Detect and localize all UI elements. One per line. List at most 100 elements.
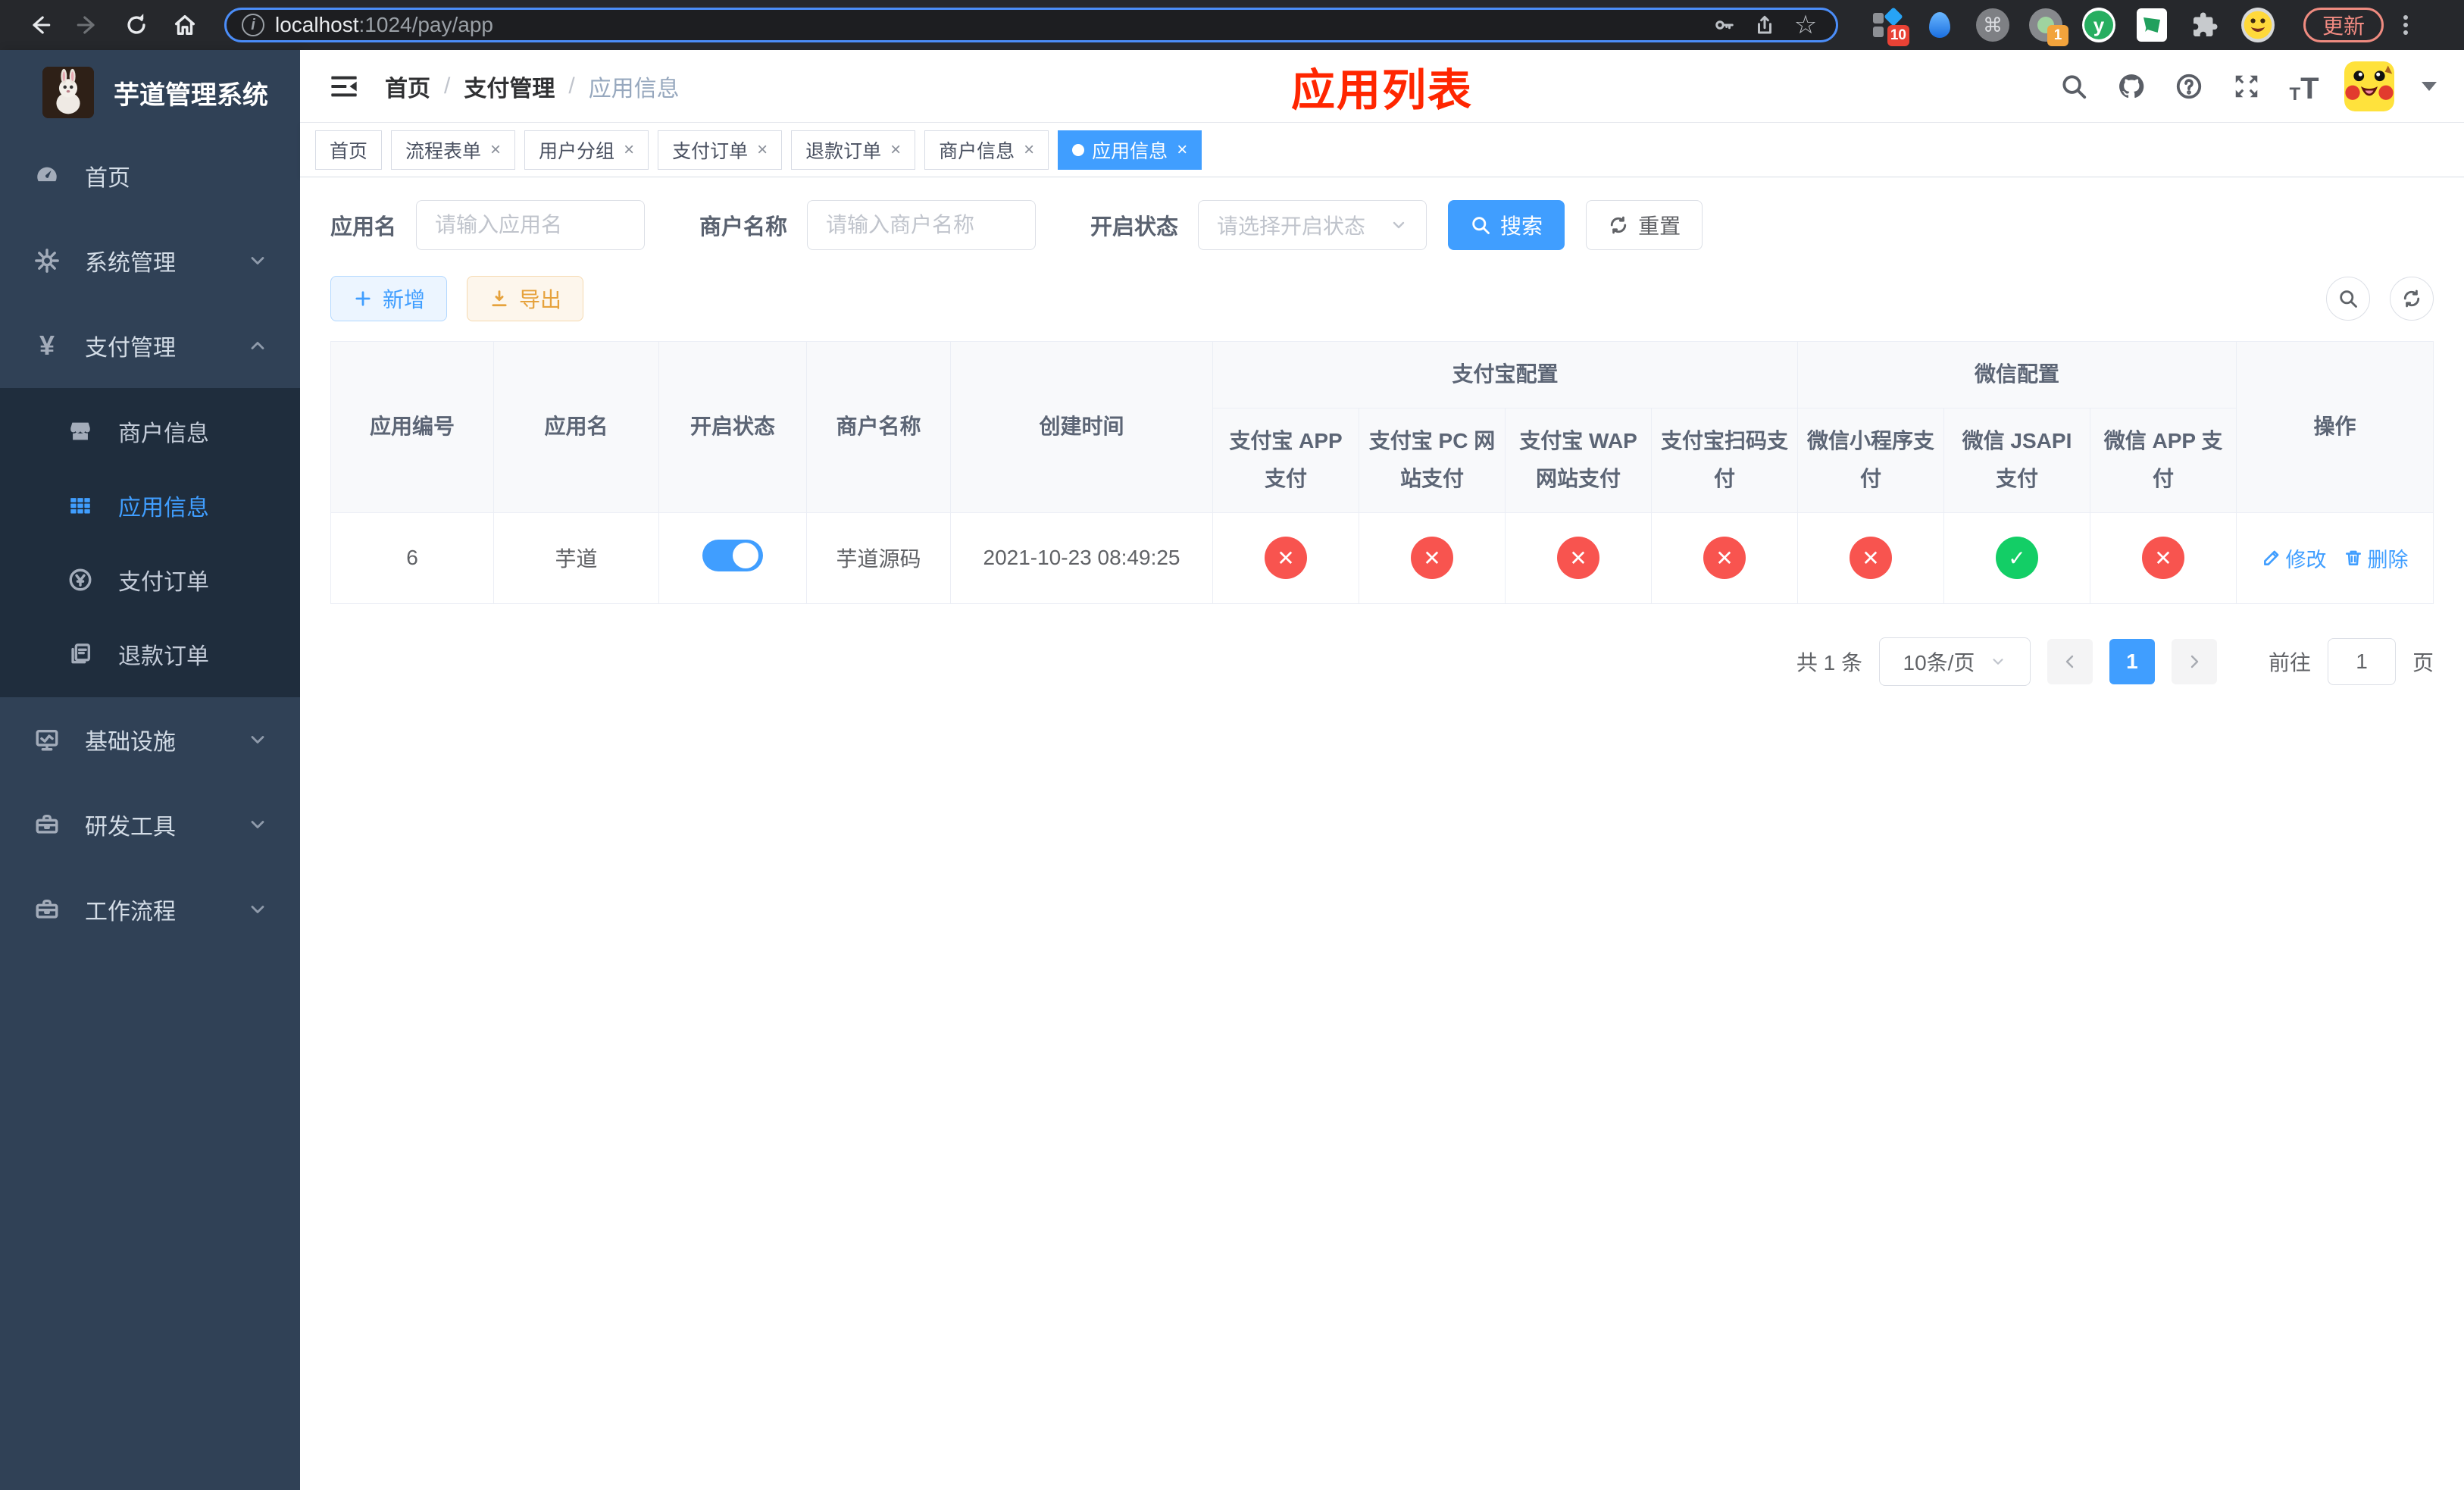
- table-row: 6 芋道 芋道源码 2021-10-23 08:49:25 ✕ ✕ ✕ ✕ ✕ …: [330, 512, 2434, 604]
- sidebar-item-infra[interactable]: 基础设施: [0, 697, 300, 782]
- tab-label: 退款订单: [805, 140, 882, 162]
- sidebar-item-dev-tools[interactable]: 研发工具: [0, 782, 300, 867]
- tab-home[interactable]: 首页: [315, 130, 383, 170]
- delete-button[interactable]: 删除: [2344, 543, 2409, 573]
- tab-process-form[interactable]: 流程表单 ×: [391, 130, 516, 170]
- plus-icon: [355, 291, 371, 306]
- goto-page-input[interactable]: [2327, 637, 2396, 685]
- page-size-select[interactable]: 10条/页: [1878, 637, 2031, 686]
- sidebar-item-refund-order[interactable]: 退款订单: [0, 617, 300, 691]
- col-group-alipay: 支付宝配置: [1212, 341, 1799, 408]
- sidebar-item-label: 应用信息: [118, 496, 209, 521]
- add-button[interactable]: 新增: [330, 276, 448, 321]
- tab-app-info[interactable]: 应用信息 ×: [1058, 130, 1202, 170]
- share-icon[interactable]: [1750, 10, 1780, 40]
- col-actions: 操作: [2236, 341, 2434, 513]
- app-logo[interactable]: 芋道管理系统: [0, 50, 300, 133]
- forward-icon[interactable]: [67, 4, 109, 46]
- sidebar-item-label: 支付订单: [118, 570, 209, 595]
- breadcrumb-payment[interactable]: 支付管理: [464, 70, 555, 103]
- page-number-button[interactable]: 1: [2109, 638, 2155, 684]
- home-icon[interactable]: [164, 4, 206, 46]
- github-icon[interactable]: [2114, 69, 2149, 104]
- font-size-icon[interactable]: TT: [2287, 69, 2322, 104]
- url-text[interactable]: localhost:1024/pay/app: [275, 13, 1698, 37]
- status-wx-mini: ✕: [1850, 537, 1893, 580]
- merchant-name-label: 商户名称: [699, 215, 788, 239]
- toolbox-icon: [33, 896, 61, 923]
- sidebar-item-workflow[interactable]: 工作流程: [0, 867, 300, 952]
- tab-label: 应用信息: [1092, 140, 1168, 162]
- extension-blocks-icon[interactable]: 10: [1870, 7, 1909, 46]
- pencil-icon: [2263, 550, 2278, 566]
- tab-user-group[interactable]: 用户分组 ×: [524, 130, 649, 170]
- col-wx-mini: 微信小程序支付: [1797, 408, 1945, 513]
- site-info-icon[interactable]: i: [242, 14, 264, 36]
- status-label: 开启状态: [1090, 215, 1179, 239]
- sidebar-item-payment[interactable]: ¥ 支付管理: [0, 303, 300, 388]
- tab-refund-order[interactable]: 退款订单 ×: [791, 130, 916, 170]
- close-icon[interactable]: ×: [757, 139, 768, 161]
- refresh-table-button[interactable]: [2390, 277, 2434, 321]
- status-wx-app: ✕: [2142, 537, 2185, 580]
- extension-balloon-icon[interactable]: [1923, 8, 1956, 42]
- export-button[interactable]: 导出: [467, 276, 584, 321]
- pagination: 共 1 条 10条/页 1 前往 页: [330, 637, 2434, 686]
- breadcrumb-home[interactable]: 首页: [385, 70, 430, 103]
- extension-command-icon[interactable]: ⌘: [1976, 8, 2009, 42]
- next-page-button[interactable]: [2171, 638, 2217, 684]
- close-icon[interactable]: ×: [624, 139, 634, 161]
- app-title: 芋道管理系统: [114, 80, 268, 110]
- close-icon[interactable]: ×: [490, 139, 501, 161]
- tab-pay-order[interactable]: 支付订单 ×: [658, 130, 783, 170]
- search-icon[interactable]: [2056, 69, 2091, 104]
- enabled-toggle[interactable]: [702, 539, 763, 571]
- sidebar-item-app-info[interactable]: 应用信息: [0, 468, 300, 543]
- user-avatar[interactable]: [2344, 61, 2394, 111]
- help-icon[interactable]: [2172, 69, 2206, 104]
- breadcrumb-separator: /: [444, 73, 451, 99]
- extension-green-y-icon[interactable]: y: [2082, 8, 2115, 42]
- close-icon[interactable]: ×: [1024, 139, 1034, 161]
- fullscreen-icon[interactable]: [2229, 69, 2264, 104]
- sidebar-item-label: 研发工具: [85, 815, 176, 840]
- tab-merchant-info[interactable]: 商户信息 ×: [924, 130, 1049, 170]
- sidebar-item-label: 退款订单: [118, 644, 209, 669]
- status-select[interactable]: 请选择开启状态: [1198, 200, 1427, 250]
- url-bar[interactable]: i localhost:1024/pay/app ☆: [224, 8, 1838, 42]
- chevron-left-icon: [2065, 655, 2074, 668]
- extension-chat-icon[interactable]: [2135, 8, 2169, 42]
- col-alipay-pc: 支付宝 PC 网站支付: [1359, 408, 1506, 513]
- sidebar-item-system[interactable]: 系统管理: [0, 218, 300, 303]
- sidebar-collapse-icon[interactable]: [327, 70, 361, 103]
- profile-avatar[interactable]: [2241, 8, 2275, 42]
- extension-camera-icon[interactable]: 1: [2029, 8, 2068, 46]
- reload-icon[interactable]: [115, 4, 158, 46]
- sidebar-item-home[interactable]: 首页: [0, 133, 300, 218]
- app-name-input[interactable]: [416, 200, 646, 250]
- search-button[interactable]: 搜索: [1448, 200, 1565, 250]
- page-content: 应用名 商户名称 开启状态 请选择开启状态 搜索 重置: [300, 177, 2464, 1490]
- sidebar-item-pay-order[interactable]: 支付订单: [0, 543, 300, 617]
- toggle-search-button[interactable]: [2326, 277, 2370, 321]
- chrome-menu-icon[interactable]: [2403, 15, 2409, 35]
- payment-submenu: 商户信息 应用信息 支付订单 退款订单: [0, 388, 300, 697]
- status-alipay-wap: ✕: [1557, 537, 1599, 580]
- chevron-down-icon[interactable]: [2422, 81, 2437, 91]
- reset-button[interactable]: 重置: [1586, 200, 1703, 250]
- chrome-update-button[interactable]: 更新: [2303, 8, 2384, 42]
- chevron-down-icon: [251, 906, 264, 913]
- prev-page-button[interactable]: [2047, 638, 2093, 684]
- sidebar-item-label: 基础设施: [85, 730, 176, 755]
- merchant-name-input[interactable]: [807, 200, 1037, 250]
- bookmark-star-icon[interactable]: ☆: [1790, 10, 1821, 40]
- search-icon: [2340, 290, 2357, 308]
- edit-button[interactable]: 修改: [2262, 543, 2327, 573]
- close-icon[interactable]: ×: [890, 139, 901, 161]
- sidebar-item-merchant-info[interactable]: 商户信息: [0, 394, 300, 468]
- app-name-label: 应用名: [330, 215, 397, 239]
- password-key-icon[interactable]: [1709, 10, 1739, 40]
- back-icon[interactable]: [18, 4, 61, 46]
- extensions-puzzle-icon[interactable]: [2188, 8, 2222, 42]
- close-icon[interactable]: ×: [1177, 139, 1187, 161]
